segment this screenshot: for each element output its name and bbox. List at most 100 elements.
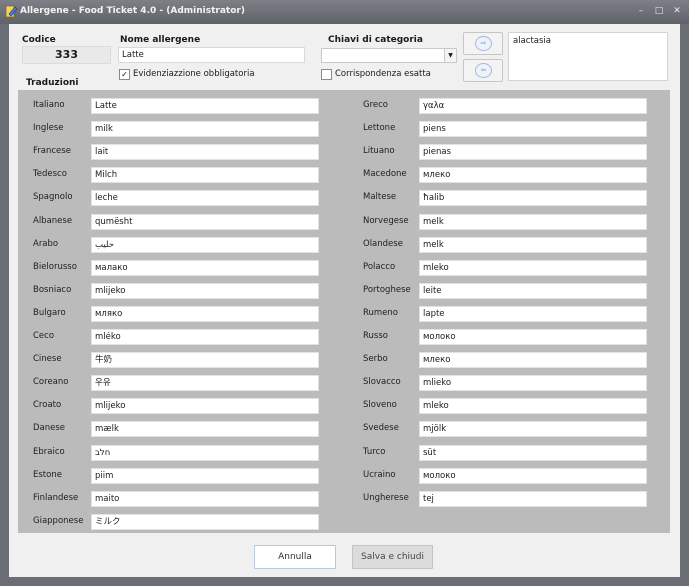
language-label: Coreano: [33, 377, 69, 388]
translation-input[interactable]: tej: [419, 490, 647, 507]
list-item[interactable]: alactasia: [513, 36, 663, 46]
language-label: Lettone: [363, 123, 396, 134]
language-label: Tedesco: [33, 169, 67, 180]
translation-input[interactable]: milk: [91, 121, 319, 138]
language-label: Portoghese: [363, 284, 411, 295]
window-title: Allergene - Food Ticket 4.0 - (Administr…: [20, 6, 245, 16]
title-bar[interactable]: Allergene - Food Ticket 4.0 - (Administr…: [0, 0, 689, 24]
language-label: Albanese: [33, 215, 73, 226]
traduzioni-label: Traduzioni: [26, 78, 79, 88]
cancel-button[interactable]: Annulla: [254, 545, 336, 569]
translations-panel: Italiano Latte Inglese milk Francese lait Tede…: [18, 90, 670, 533]
minimize-button[interactable]: –: [634, 5, 648, 17]
language-label: Bielorusso: [33, 261, 77, 272]
arrow-right-icon: ⇨: [475, 36, 492, 51]
nome-allergene-label: Nome allergene: [120, 35, 201, 45]
translation-input[interactable]: حليب: [91, 236, 319, 253]
translation-input[interactable]: молоко: [419, 467, 647, 484]
language-label: Russo: [363, 331, 388, 341]
translation-input[interactable]: חלב: [91, 444, 319, 461]
maximize-button[interactable]: □: [652, 5, 666, 17]
language-label: Ebraico: [33, 446, 65, 457]
language-label: Ucraino: [363, 469, 396, 480]
language-label: Arabo: [33, 238, 59, 249]
arrow-left-icon: ⇦: [475, 63, 492, 78]
translation-input[interactable]: melk: [419, 236, 647, 253]
save-and-close-button[interactable]: Salva e chiudi: [352, 545, 433, 569]
translation-input[interactable]: mleko: [419, 398, 647, 415]
language-label: Sloveno: [363, 400, 397, 411]
language-label: Estone: [33, 469, 62, 480]
translation-input[interactable]: молоко: [419, 329, 647, 345]
translation-input[interactable]: mleko: [419, 259, 647, 276]
language-label: Italiano: [33, 100, 65, 110]
translation-input[interactable]: Latte: [91, 98, 319, 114]
language-label: Bosniaco: [33, 284, 72, 295]
nome-allergene-input[interactable]: Latte: [118, 47, 305, 63]
translation-input[interactable]: mjölk: [419, 421, 647, 438]
language-label: Svedese: [363, 423, 399, 434]
chevron-down-icon[interactable]: ▼: [444, 49, 456, 62]
translation-input[interactable]: mlijeko: [91, 282, 319, 299]
translation-input[interactable]: ħalib: [419, 190, 647, 207]
language-label: Serbo: [363, 354, 388, 365]
corrispondenza-label: Corrispondenza esatta: [335, 69, 431, 79]
translation-input[interactable]: piim: [91, 467, 319, 484]
translation-input[interactable]: süt: [419, 444, 647, 461]
chiavi-categoria-label: Chiavi di categoria: [328, 35, 423, 45]
evidenziazione-checkbox[interactable]: ✓: [119, 69, 130, 80]
translation-input[interactable]: leite: [419, 282, 647, 299]
translation-input[interactable]: γαλα: [419, 98, 647, 114]
language-label: Ungherese: [363, 492, 409, 503]
chiavi-categoria-select[interactable]: ▼: [321, 48, 457, 63]
language-label: Slovacco: [363, 377, 401, 388]
category-keys-list[interactable]: alactasia: [508, 32, 668, 81]
translation-input[interactable]: mlieko: [419, 375, 647, 392]
language-label: Finlandese: [33, 492, 79, 503]
codice-field: 333: [22, 46, 111, 64]
language-label: Francese: [33, 146, 71, 157]
translation-input[interactable]: lait: [91, 144, 319, 161]
language-label: Danese: [33, 423, 66, 434]
translation-input[interactable]: qumësht: [91, 213, 319, 230]
translation-input[interactable]: 우유: [91, 375, 319, 392]
language-label: Macedone: [363, 169, 407, 180]
language-label: Spagnolo: [33, 192, 73, 203]
language-label: Polacco: [363, 261, 396, 272]
language-label: Ceco: [33, 331, 55, 341]
corrispondenza-checkbox[interactable]: [321, 69, 332, 80]
language-label: Lituano: [363, 146, 395, 157]
language-label: Rumeno: [363, 307, 399, 318]
dialog-body: Codice 333 Nome allergene Latte ✓ Eviden…: [9, 24, 680, 577]
translation-input[interactable]: lapte: [419, 305, 647, 322]
language-label: Inglese: [33, 123, 64, 134]
translation-input[interactable]: maito: [91, 490, 319, 507]
translation-input[interactable]: млеко: [419, 167, 647, 184]
app-icon: [5, 5, 18, 18]
translation-input[interactable]: мляко: [91, 305, 319, 322]
translation-input[interactable]: mléko: [91, 329, 319, 345]
translation-input[interactable]: 牛奶: [91, 352, 319, 369]
translation-input[interactable]: млеко: [419, 352, 647, 369]
translation-input[interactable]: piens: [419, 121, 647, 138]
language-label: Turco: [363, 446, 386, 457]
translation-input[interactable]: leche: [91, 190, 319, 207]
translation-input[interactable]: Milch: [91, 167, 319, 184]
codice-label: Codice: [22, 35, 56, 45]
allergen-window: Allergene - Food Ticket 4.0 - (Administr…: [0, 0, 689, 586]
language-label: Cinese: [33, 354, 62, 365]
language-label: Norvegese: [363, 215, 409, 226]
language-label: Maltese: [363, 192, 397, 203]
remove-key-button[interactable]: ⇦: [463, 59, 503, 82]
language-label: Giapponese: [33, 515, 84, 526]
close-button[interactable]: ✕: [670, 5, 684, 17]
translation-input[interactable]: mælk: [91, 421, 319, 438]
translation-input[interactable]: mlijeko: [91, 398, 319, 415]
language-label: Greco: [363, 100, 388, 110]
translation-input[interactable]: pienas: [419, 144, 647, 161]
language-label: Olandese: [363, 238, 403, 249]
translation-input[interactable]: малако: [91, 259, 319, 276]
translation-input[interactable]: melk: [419, 213, 647, 230]
add-key-button[interactable]: ⇨: [463, 32, 503, 55]
translation-input[interactable]: ミルク: [91, 513, 319, 530]
